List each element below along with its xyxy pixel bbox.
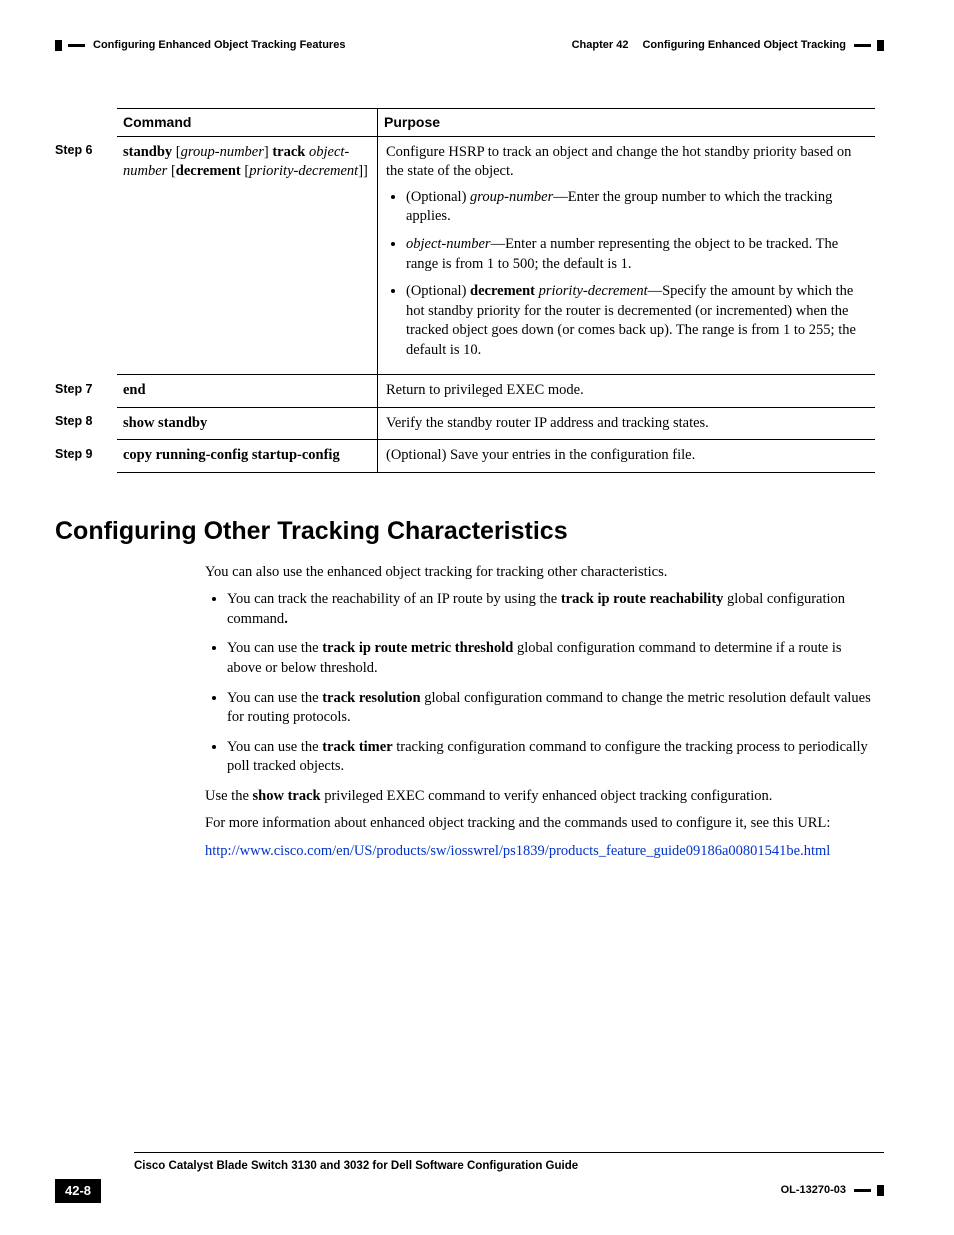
header-right: Chapter 42 Configuring Enhanced Object T… [572,38,884,53]
step-label: Step 8 [55,407,117,440]
list-item: You can use the track timer tracking con… [227,738,875,777]
command-cell: standby [group-number] track object-numb… [117,136,378,375]
purpose-cell: Return to privileged EXEC mode. [378,375,876,408]
decor-bar-icon [877,40,884,51]
command-cell: copy running-config startup-config [117,440,378,473]
table-row: Step 7 end Return to privileged EXEC mod… [55,375,875,408]
list-item: You can track the reachability of an IP … [227,590,875,629]
paragraph: For more information about enhanced obje… [205,814,875,834]
chapter-title: Configuring Enhanced Object Tracking [642,38,846,53]
purpose-cell: Verify the standby router IP address and… [378,407,876,440]
decor-bar-icon [854,1189,871,1192]
external-link[interactable]: http://www.cisco.com/en/US/products/sw/i… [205,843,830,859]
section-breadcrumb: Configuring Enhanced Object Tracking Fea… [93,38,345,53]
page-number: 42-8 [55,1179,101,1203]
list-item: You can use the track resolution global … [227,689,875,728]
cmd-arg: group-number [181,144,264,160]
table-row: Step 6 standby [group-number] track obje… [55,136,875,375]
page-footer: Cisco Catalyst Blade Switch 3130 and 303… [55,1152,884,1203]
decor-bar-icon [854,44,871,47]
document-id: OL-13270-03 [781,1183,884,1198]
purpose-cell: (Optional) Save your entries in the conf… [378,440,876,473]
header-left: Configuring Enhanced Object Tracking Fea… [55,38,345,53]
step-label: Step 9 [55,440,117,473]
decor-bar-icon [55,40,62,51]
decor-bar-icon [877,1185,884,1196]
table-row: Step 9 copy running-config startup-confi… [55,440,875,473]
step-label: Step 6 [55,136,117,375]
purpose-cell: Configure HSRP to track an object and ch… [378,136,876,375]
purpose-bullet: object-number—Enter a number representin… [406,235,867,274]
purpose-text: Configure HSRP to track an object and ch… [386,143,867,182]
col-purpose: Purpose [378,108,876,136]
step-label: Step 7 [55,375,117,408]
command-cell: show standby [117,407,378,440]
section-heading: Configuring Other Tracking Characteristi… [55,515,884,549]
command-table: Command Purpose Step 6 standby [group-nu… [55,108,875,473]
purpose-bullet: (Optional) decrement priority-decrement—… [406,282,867,360]
running-header: Configuring Enhanced Object Tracking Fea… [55,38,884,53]
col-command: Command [117,108,378,136]
chapter-number: Chapter 42 [572,38,629,53]
cmd-keyword: decrement [176,163,241,179]
list-item: You can use the track ip route metric th… [227,639,875,678]
table-row: Step 8 show standby Verify the standby r… [55,407,875,440]
cmd-arg: priority-decrement [249,163,358,179]
cmd-keyword: standby [123,144,172,160]
section-body: You can also use the enhanced object tra… [205,563,875,862]
paragraph: Use the show track privileged EXEC comma… [205,787,875,807]
purpose-bullet: (Optional) group-number—Enter the group … [406,188,867,227]
command-cell: end [117,375,378,408]
cmd-keyword: track [272,144,305,160]
decor-bar-icon [68,44,85,47]
book-title: Cisco Catalyst Blade Switch 3130 and 303… [134,1160,578,1172]
paragraph: You can also use the enhanced object tra… [205,563,875,583]
